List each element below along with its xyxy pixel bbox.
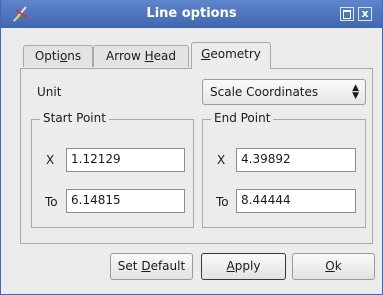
combo-arrows-icon: ▲ ▼	[352, 83, 359, 101]
unit-label: Unit	[37, 85, 62, 99]
close-icon[interactable]: x	[358, 7, 372, 21]
window-title: Line options	[146, 6, 237, 21]
start-x-label: X	[46, 153, 55, 167]
tab-arrow-head[interactable]: Arrow Head	[93, 45, 189, 67]
apply-label-rest: pply	[234, 259, 261, 273]
maximize-icon[interactable]	[340, 7, 354, 21]
tab-options-label: Opti	[34, 49, 60, 63]
tab-geometry[interactable]: Geometry	[191, 42, 271, 69]
tab-arrow-head-label: Arrow	[106, 49, 145, 63]
tab-options-label-rest: ns	[67, 49, 82, 63]
dialog-window: Line options x Options Arrow Head Geomet…	[0, 0, 383, 295]
start-point-title: Start Point	[40, 111, 109, 125]
tab-arrow-head-mnemonic: H	[144, 49, 154, 63]
set-default-label: Set	[117, 259, 142, 273]
end-x-input[interactable]: 4.39892	[236, 148, 356, 172]
start-to-input[interactable]: 6.14815	[66, 189, 185, 213]
apply-mnemonic: A	[226, 259, 235, 273]
set-default-button[interactable]: Set Default	[110, 253, 193, 280]
tab-geometry-label-rest: eometry	[210, 47, 261, 61]
end-to-input[interactable]: 8.44444	[236, 189, 356, 213]
end-point-title: End Point	[211, 111, 274, 125]
unit-select[interactable]: Scale Coordinates ▲ ▼	[202, 79, 366, 105]
end-x-label: X	[217, 153, 226, 167]
ok-label-rest: k	[334, 259, 342, 273]
tab-arrow-head-label-rest: ead	[153, 49, 176, 63]
tab-geometry-mnemonic: G	[201, 47, 211, 61]
end-to-label: To	[216, 195, 229, 209]
title-bar[interactable]: Line options x	[1, 0, 382, 28]
set-default-mnemonic: D	[141, 259, 151, 273]
apply-button[interactable]: Apply	[201, 253, 286, 280]
ok-button[interactable]: Ok	[292, 253, 375, 280]
start-x-input[interactable]: 1.12129	[66, 148, 185, 172]
start-to-label: To	[45, 195, 58, 209]
unit-select-value: Scale Coordinates	[210, 85, 319, 99]
set-default-label-rest: efault	[150, 259, 186, 273]
ok-mnemonic: O	[325, 259, 335, 273]
tab-options[interactable]: Options	[23, 45, 93, 67]
